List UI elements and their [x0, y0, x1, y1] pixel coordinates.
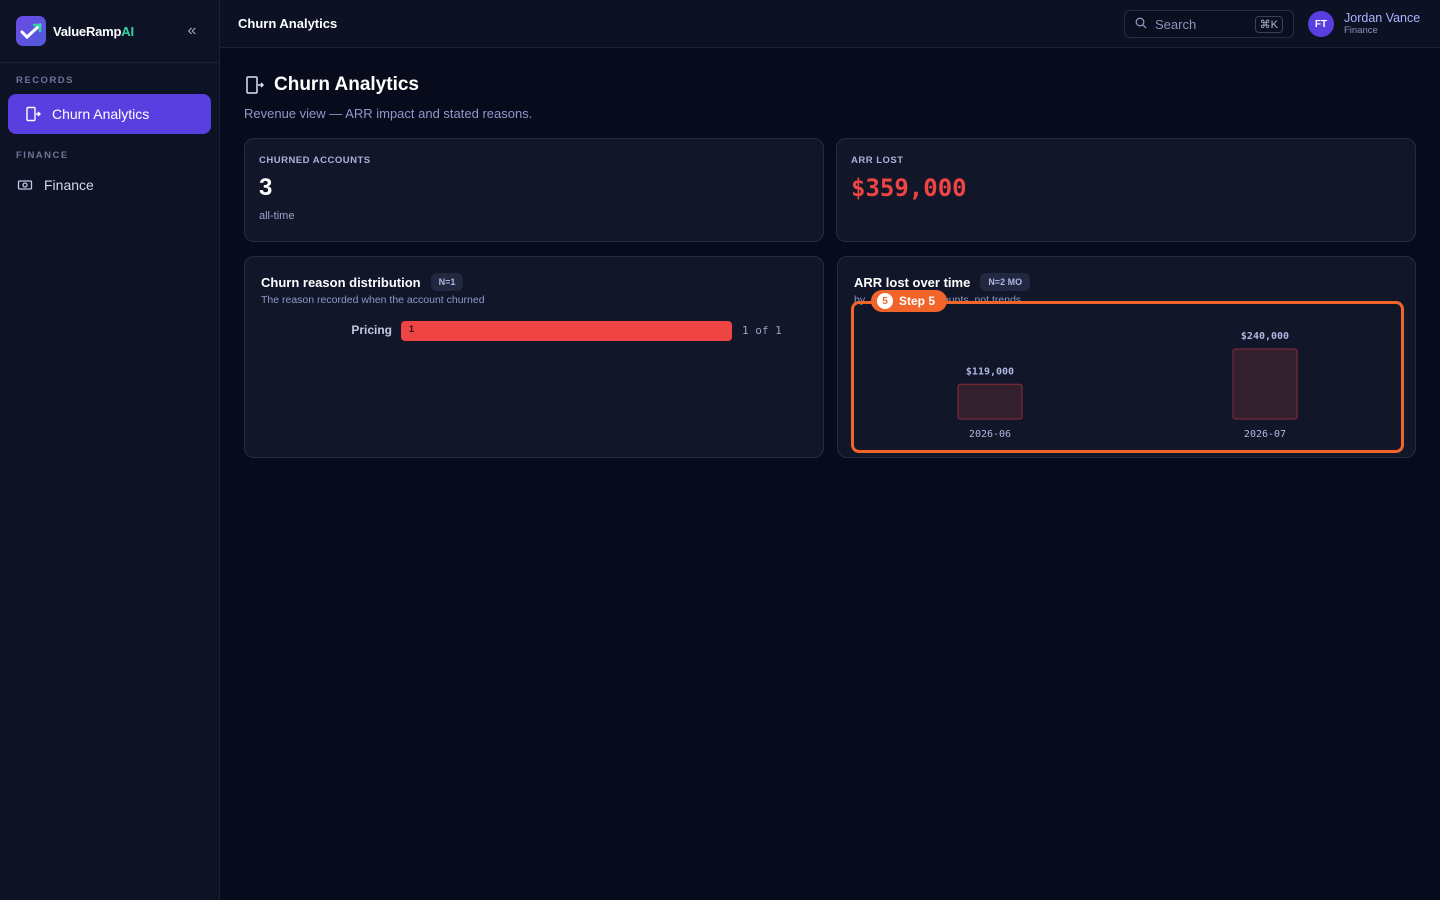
count-badge: N=1 [430, 273, 464, 291]
door-exit-icon [244, 75, 265, 95]
door-exit-icon [24, 105, 42, 123]
sidebar-item-finance[interactable]: Finance [0, 165, 219, 205]
card-subtitle: The reason recorded when the account chu… [261, 294, 485, 306]
step-badge: 5 Step 5 [871, 290, 948, 312]
sidebar: ValueRampAI « RECORDS Churn Analytics FI… [0, 0, 220, 900]
page-subtitle: Revenue view — ARR impact and stated rea… [244, 106, 533, 121]
sidebar-item-label: Churn Analytics [52, 106, 150, 122]
reason-label: Pricing [351, 323, 392, 337]
card-title: Churn reason distribution [261, 274, 421, 290]
kpi-card-churned: CHURNED ACCOUNTS 3 all-time [244, 138, 824, 242]
reason-bar-count: 1 [409, 324, 415, 334]
brand-header: ValueRampAI « [0, 0, 219, 63]
cash-icon [16, 176, 34, 194]
reason-bar: 1 [401, 321, 732, 341]
reason-bar-row: Pricing 1 1 of 1 [245, 321, 823, 341]
chevrons-left-icon[interactable]: « [181, 22, 203, 40]
churn-reason-card: Churn reason distribution N=1 The reason… [244, 256, 824, 458]
sidebar-item-churn-analytics[interactable]: Churn Analytics [8, 94, 211, 134]
kpi-value: $359,000 [851, 174, 967, 202]
kpi-label: ARR LOST [851, 155, 904, 166]
reason-summary: 1 of 1 [742, 324, 782, 337]
user-role: Finance [1344, 24, 1378, 36]
card-title: ARR lost over time [854, 274, 971, 290]
kpi-card-arr-lost: ARR LOST $359,000 [836, 138, 1416, 242]
topbar-title: Churn Analytics [238, 16, 338, 31]
logo-icon [16, 16, 46, 46]
step-label: Step 5 [899, 294, 936, 308]
search-icon [1135, 17, 1147, 32]
page-title: Churn Analytics [274, 74, 419, 95]
top-bar: Churn Analytics Search ⌘K FT Jordan Vanc… [220, 0, 1440, 48]
user-menu[interactable]: FT Jordan Vance Finance [1308, 11, 1420, 37]
sidebar-item-label: Finance [44, 177, 94, 193]
kpi-label: CHURNED ACCOUNTS [259, 155, 371, 166]
step-highlight [851, 301, 1404, 453]
avatar: FT [1308, 11, 1334, 37]
kpi-value: 3 [259, 174, 273, 201]
section-label-records: RECORDS [16, 75, 75, 86]
brand-name-main: ValueRamp [53, 23, 122, 39]
step-number: 5 [877, 293, 893, 309]
count-badge: N=2 MO [980, 273, 1031, 291]
page-header: Churn Analytics Revenue view — ARR impac… [244, 74, 532, 121]
search-shortcut: ⌘K [1254, 15, 1283, 33]
search-placeholder: Search [1155, 16, 1197, 32]
search-input[interactable]: Search ⌘K [1124, 10, 1294, 38]
section-label-finance: FINANCE [16, 150, 69, 161]
brand-name: ValueRampAI [53, 24, 134, 39]
user-name: Jordan Vance [1344, 10, 1421, 25]
brand-name-ai: AI [121, 23, 134, 39]
kpi-note: all-time [259, 210, 295, 222]
